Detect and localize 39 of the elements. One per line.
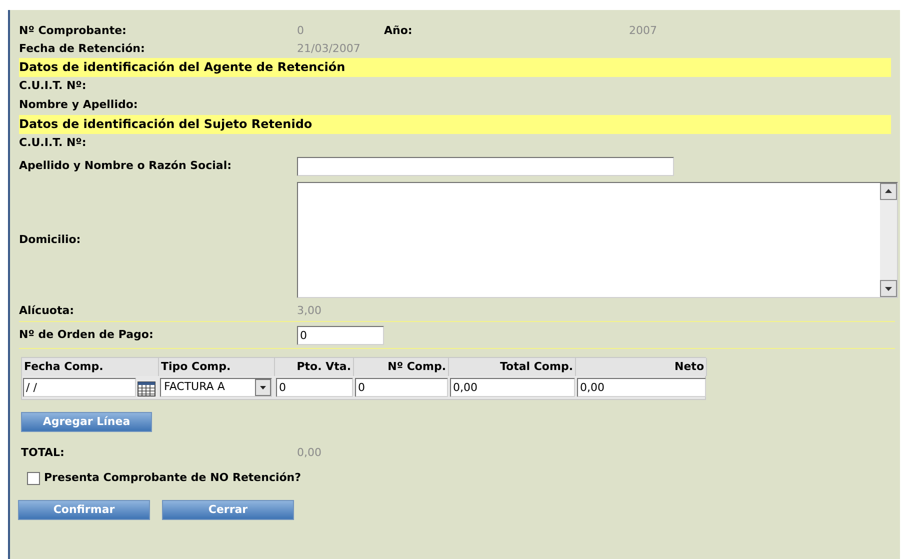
field-label: Apellido y Nombre o Razón Social: [19,158,232,174]
field-label: Año: [384,22,414,39]
column-header: Nº Comp. [354,358,449,376]
field-value: 21/03/2007 [297,40,360,57]
field-value: 3,00 [297,302,322,319]
scroll-up-icon[interactable] [880,183,897,200]
text-input[interactable]: 0 [276,378,353,397]
field-label: Fecha de Retención: [19,40,146,57]
section-header: Datos de identificación del Agente de Retención [19,58,891,77]
field-label: Nº de Orden de Pago: [19,326,154,343]
checkbox[interactable] [27,472,40,484]
checkbox-label: Presenta Comprobante de NO Retención? [44,470,302,486]
column-header: Tipo Comp. [159,358,275,376]
field-label: C.U.I.T. Nº: [19,135,86,152]
field-label: TOTAL: [21,444,66,461]
field-label: Nombre y Apellido: [19,97,138,114]
type-dropdown[interactable]: FACTURA A [160,378,272,397]
calendar-icon[interactable] [137,378,156,396]
field-value: 0,00 [297,444,322,461]
field-value: 2007 [629,22,657,39]
column-header: Neto [576,358,707,376]
field-label: Domicilio: [19,232,82,248]
column-header: Total Comp. [449,358,576,376]
scrollbar[interactable] [880,183,897,297]
text-input[interactable] [297,156,674,176]
text-input[interactable]: 0 [355,378,448,397]
column-header: Fecha Comp. [22,358,159,376]
scroll-down-icon[interactable] [880,280,897,297]
section-header: Datos de identificación del Sujeto Retenido [19,115,891,134]
field-label: Alícuota: [19,302,76,319]
field-label: Nº Comprobante: [19,22,128,39]
dropdown-caret-icon[interactable] [255,379,271,396]
text-input[interactable]: 0,00 [450,378,575,397]
column-header: Pto. Vta. [275,358,354,376]
text-input[interactable]: 0 [297,326,384,344]
text-input[interactable]: 0,00 [577,378,706,397]
field-value: 0 [297,22,305,39]
field-label: C.U.I.T. Nº: [19,78,86,94]
date-input[interactable]: / / [23,378,136,397]
